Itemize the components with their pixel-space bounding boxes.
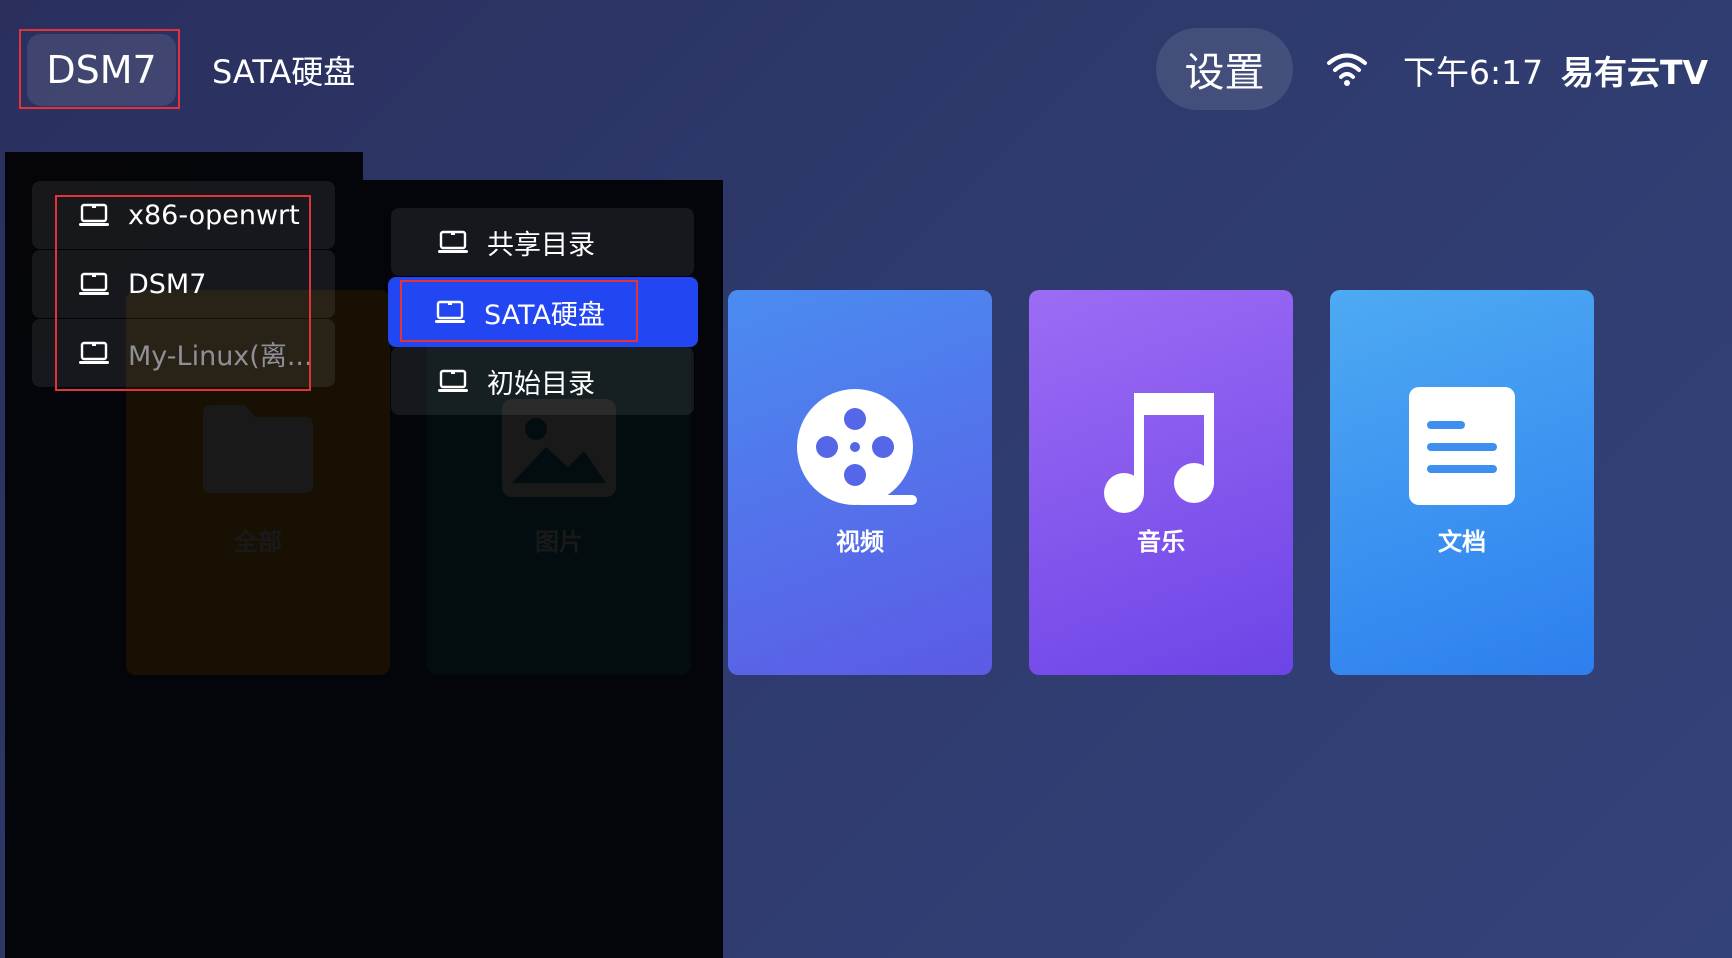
folder-label: 共享目录	[487, 229, 595, 261]
laptop-icon	[438, 230, 468, 253]
app-brand: 易有云TV	[1561, 46, 1708, 94]
clock: 下午6:17	[1403, 46, 1543, 94]
laptop-icon	[435, 300, 465, 323]
folder-item-shared[interactable]: 共享目录	[391, 208, 694, 276]
device-label: DSM7	[128, 268, 207, 300]
top-bar: DSM7 SATA硬盘 设置 下午6:17 易有云TV	[0, 0, 1732, 140]
settings-button[interactable]: 设置	[1156, 28, 1293, 110]
folder-label: SATA硬盘	[484, 299, 605, 331]
breadcrumb-folder-label: SATA硬盘	[212, 53, 356, 91]
document-icon	[1409, 387, 1515, 505]
category-tile-music[interactable]: 音乐	[1029, 290, 1293, 675]
laptop-icon	[438, 369, 468, 392]
category-label-video: 视频	[836, 528, 884, 556]
breadcrumb-current-label: DSM7	[46, 48, 157, 92]
folder-item-initial[interactable]: 初始目录	[391, 347, 694, 415]
folder-item-sata[interactable]: SATA硬盘	[388, 277, 698, 347]
laptop-icon	[79, 203, 109, 226]
music-note-icon	[1104, 393, 1214, 513]
category-label-document: 文档	[1438, 528, 1486, 556]
category-label-music: 音乐	[1137, 528, 1185, 556]
settings-label: 设置	[1184, 50, 1265, 96]
clock-time: 下午6:17	[1403, 53, 1544, 92]
category-tile-document[interactable]: 文档	[1330, 290, 1594, 675]
folder-label: 初始目录	[487, 368, 595, 400]
device-item-my-linux[interactable]: My-Linux(离...	[32, 319, 335, 387]
device-item-x86-openwrt[interactable]: x86-openwrt	[32, 181, 335, 249]
device-label: x86-openwrt	[128, 199, 300, 231]
laptop-icon	[79, 341, 109, 364]
breadcrumb-current-device[interactable]: DSM7	[27, 34, 176, 106]
breadcrumb-folder[interactable]: SATA硬盘	[212, 44, 355, 96]
category-tile-video[interactable]: 视频	[728, 290, 992, 675]
brand-name: 易有云TV	[1561, 53, 1709, 92]
device-item-dsm7[interactable]: DSM7	[32, 250, 335, 318]
wifi-icon	[1327, 53, 1367, 86]
film-reel-icon	[797, 389, 917, 505]
laptop-icon	[79, 272, 109, 295]
device-label: My-Linux(离...	[128, 340, 313, 372]
